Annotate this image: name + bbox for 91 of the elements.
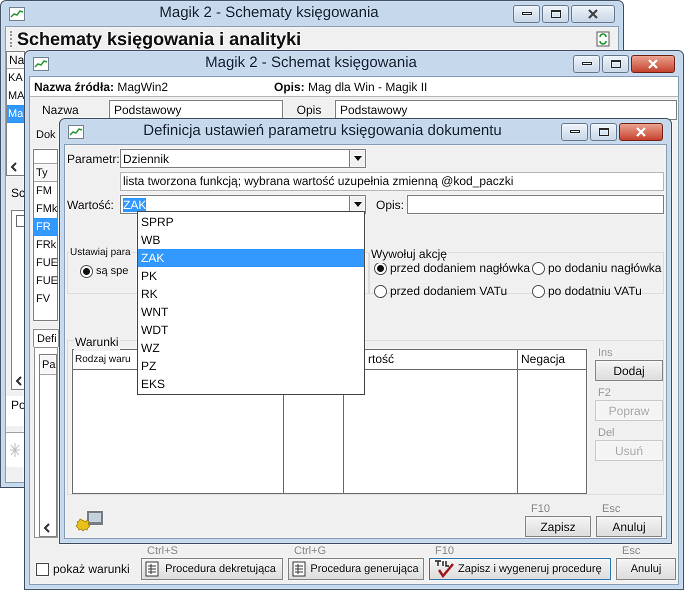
field-label: Wartość: bbox=[67, 196, 115, 214]
radio-button[interactable] bbox=[374, 284, 387, 298]
action-button[interactable]: Anuluj bbox=[616, 558, 676, 580]
close-button[interactable] bbox=[619, 122, 663, 140]
shortcut-label: Esc bbox=[621, 544, 642, 558]
shortcut-label: F10 bbox=[434, 544, 455, 558]
column-header: Negacja bbox=[518, 350, 586, 370]
app-icon bbox=[68, 124, 84, 138]
minimize-button[interactable] bbox=[573, 54, 600, 72]
dropdown-caret-icon bbox=[354, 156, 362, 161]
field-label: Opis: bbox=[375, 196, 406, 214]
radio-button[interactable] bbox=[532, 284, 545, 298]
maximize-button[interactable] bbox=[542, 4, 569, 22]
close-button[interactable] bbox=[631, 54, 675, 72]
page-heading: Schematy księgowania i analityki bbox=[17, 30, 302, 48]
tab[interactable]: Defi bbox=[33, 329, 59, 347]
scroll-left-icon[interactable] bbox=[15, 376, 23, 386]
field-label: Parametr: bbox=[67, 150, 120, 168]
dropdown-option[interactable]: SPRP bbox=[138, 213, 364, 231]
radio-label: przed dodaniem VATu bbox=[390, 283, 508, 300]
dropdown-option[interactable]: PK bbox=[138, 267, 364, 285]
close-icon bbox=[635, 126, 647, 136]
radio-label: po dodatniu VATu bbox=[548, 283, 642, 300]
maximize-button[interactable] bbox=[602, 54, 629, 72]
list-item[interactable]: FUE bbox=[34, 254, 57, 272]
list-item[interactable]: MA bbox=[7, 87, 24, 105]
field-label: Dok bbox=[35, 128, 57, 143]
close-icon bbox=[587, 8, 599, 18]
scroll-left-icon[interactable] bbox=[10, 162, 18, 172]
minimize-button[interactable] bbox=[513, 4, 540, 22]
radio-button[interactable] bbox=[80, 264, 93, 278]
list-item[interactable]: FV bbox=[34, 290, 57, 308]
dropdown-option[interactable]: WNT bbox=[138, 303, 364, 321]
scroll-left-icon[interactable] bbox=[43, 523, 51, 533]
parameter-dropdown[interactable]: Dziennik bbox=[120, 149, 366, 168]
description-field[interactable]: Podstawowy bbox=[335, 100, 677, 120]
radio-label: są spe bbox=[96, 264, 128, 279]
dropdown-option[interactable]: RK bbox=[138, 285, 364, 303]
selected-text: ZAK bbox=[123, 198, 146, 212]
action-button[interactable]: Zapisz i wygeneruj procedurę bbox=[429, 558, 611, 580]
document-icon bbox=[292, 561, 306, 577]
column-header: Na bbox=[7, 52, 24, 69]
list-item[interactable]: FRk bbox=[34, 236, 57, 254]
list-item[interactable]: FMk bbox=[34, 200, 57, 218]
description-field[interactable] bbox=[407, 195, 664, 214]
action-button[interactable]: Procedura generująca bbox=[288, 558, 424, 580]
field-label: Nazwa bbox=[41, 102, 80, 119]
shortcut-label: Esc bbox=[601, 502, 622, 516]
app-icon bbox=[9, 6, 25, 20]
action-button[interactable]: Procedura dekretująca bbox=[141, 558, 283, 580]
dialog-button[interactable]: Zapisz bbox=[525, 516, 591, 537]
window-title: Magik 2 - Schematy księgowania bbox=[158, 3, 380, 24]
radio-button[interactable] bbox=[532, 262, 545, 274]
close-icon bbox=[647, 58, 659, 68]
refresh-icon[interactable] bbox=[596, 31, 610, 47]
checkbox[interactable] bbox=[36, 562, 49, 576]
shortcut-label: F10 bbox=[530, 502, 551, 516]
shortcut-label: Ctrl+G bbox=[293, 544, 328, 558]
list-item[interactable]: KA bbox=[7, 69, 24, 87]
shortcut-label: Ins bbox=[597, 346, 614, 360]
column-header: Ty bbox=[34, 164, 57, 182]
app-icon bbox=[33, 56, 49, 70]
group-legend: Ustawiaj para bbox=[69, 245, 132, 260]
list-item[interactable]: FUE bbox=[34, 272, 57, 290]
minimize-button[interactable] bbox=[561, 122, 588, 140]
dropdown-caret-icon bbox=[354, 202, 362, 207]
description-text: Opis: Mag dla Win - Magik II bbox=[274, 78, 428, 96]
sql-check-icon bbox=[433, 560, 455, 578]
shortcut-label: Del bbox=[597, 426, 616, 440]
window-title: Definicja ustawień parametru księgowania dokumentu bbox=[142, 121, 503, 142]
window-title: Magik 2 - Schemat księgowania bbox=[204, 53, 418, 74]
field-label: Opis bbox=[296, 102, 322, 119]
name-field[interactable]: Podstawowy bbox=[109, 100, 283, 120]
side-button[interactable]: Dodaj bbox=[595, 360, 663, 381]
shortcut-label: F2 bbox=[597, 386, 612, 400]
radio-label: przed dodaniem nagłówka bbox=[390, 260, 530, 277]
document-icon bbox=[145, 561, 159, 577]
section-label: Sc bbox=[10, 185, 25, 200]
maximize-button[interactable] bbox=[590, 122, 617, 140]
list-item[interactable]: FM bbox=[34, 182, 57, 200]
checkbox-label: pokaż warunki bbox=[53, 561, 130, 578]
dialog-button[interactable]: Anuluj bbox=[596, 516, 662, 537]
dropdown-option[interactable]: WDT bbox=[138, 321, 364, 339]
close-button[interactable] bbox=[571, 4, 615, 22]
source-text: Nazwa źródła: MagWin2 bbox=[34, 78, 170, 96]
shortcut-label: Ctrl+S bbox=[146, 544, 179, 558]
radio-label: po dodaniu nagłówka bbox=[548, 260, 662, 277]
dropdown-option[interactable]: EKS bbox=[138, 375, 364, 393]
column-header: Pa bbox=[40, 355, 56, 375]
dropdown-option[interactable]: WB bbox=[138, 231, 364, 249]
hint-field: lista tworzona funkcją; wybrana wartość uzupełnia zmienną @kod_paczki bbox=[120, 172, 664, 191]
